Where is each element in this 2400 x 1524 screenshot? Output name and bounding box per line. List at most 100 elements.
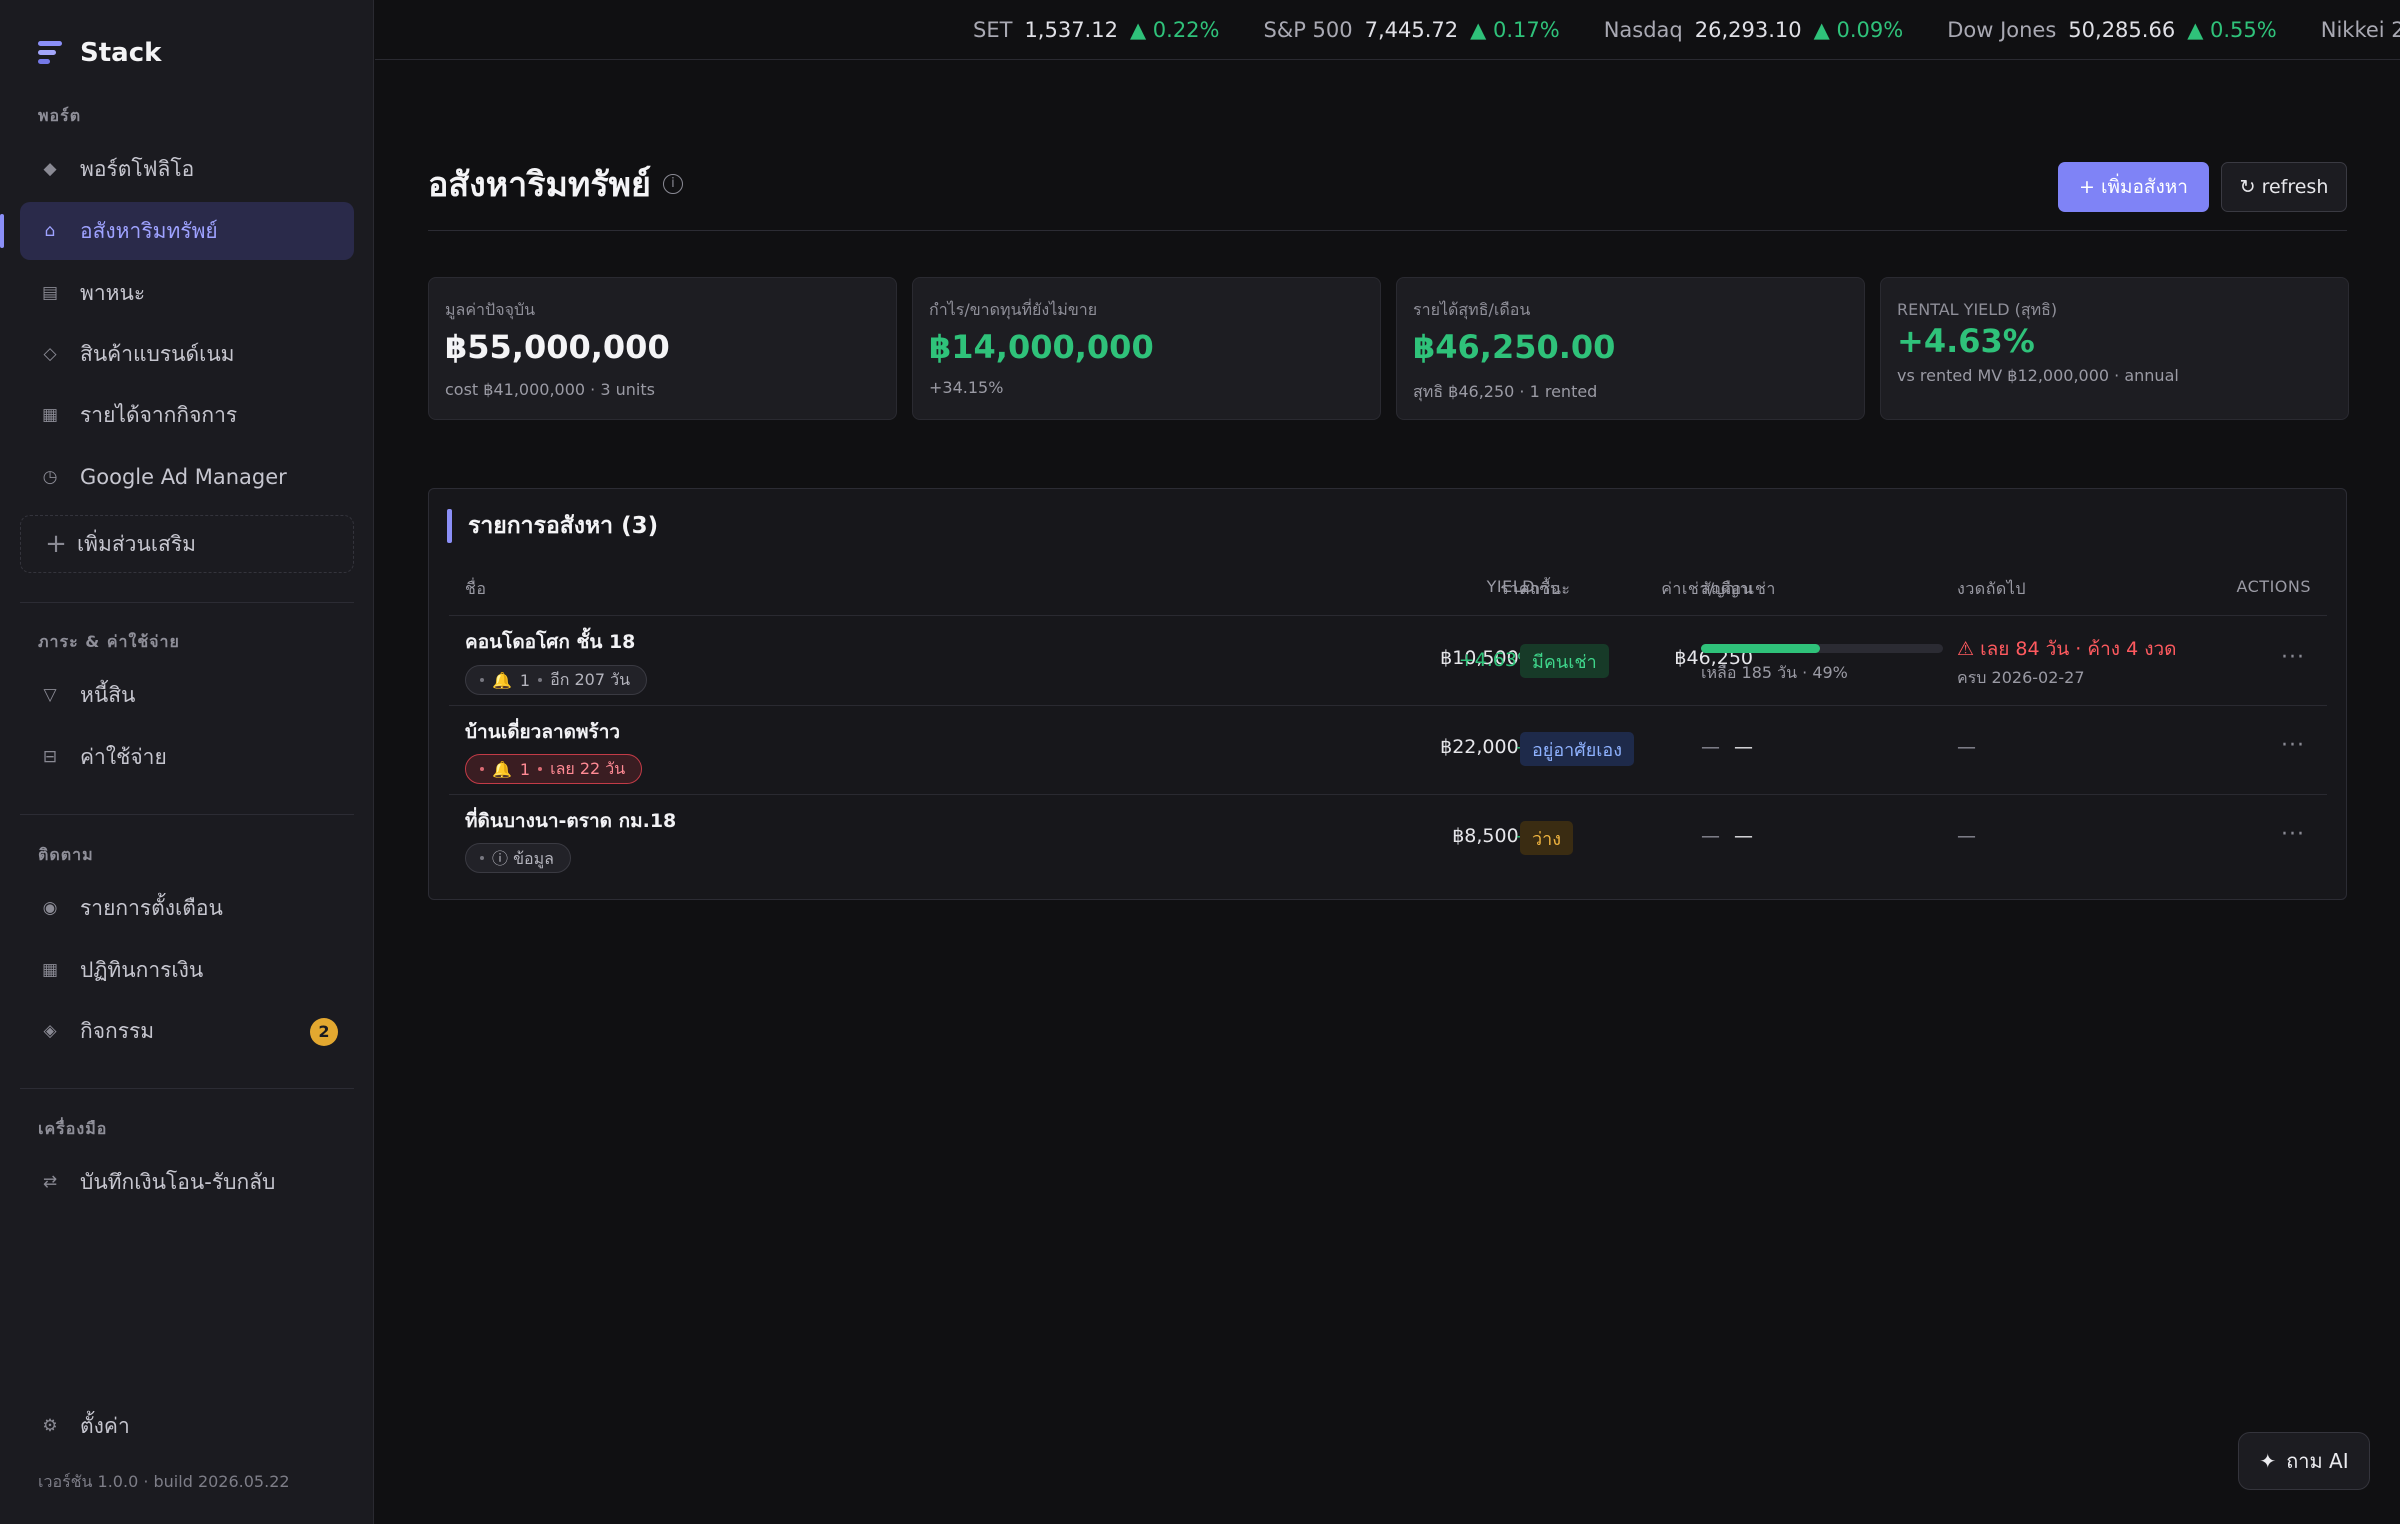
ticker-item-set[interactable]: SET 1,537.12 ▲ 0.22% (973, 18, 1220, 42)
sidebar-item-portfolio[interactable]: ◆ พอร์ตโฟลิโอ (20, 140, 354, 198)
sidebar-item-activity[interactable]: ◈ กิจกรรม 2 (20, 1002, 354, 1060)
sidebar-item-business-income[interactable]: ▦ รายได้จากกิจการ (20, 386, 354, 444)
info-text: ⓘ ข้อมูล (492, 848, 554, 868)
sidebar-item-label: ปฏิทินการเงิน (80, 957, 204, 982)
sidebar-item-transfer-log[interactable]: ⇄ บันทึกเงินโอน-รับกลับ (20, 1153, 354, 1211)
ticker-change: ▲ 0.17% (1470, 18, 1560, 42)
home-icon: ⌂ (44, 221, 56, 241)
next-due-empty: — (1957, 825, 1976, 847)
sidebar-item-label: ตั้งค่า (80, 1413, 130, 1438)
ticker-item-dow-jones[interactable]: Dow Jones 50,285.66 ▲ 0.55% (1947, 18, 2277, 42)
dot-icon (480, 678, 484, 682)
property-name[interactable]: บ้านเดี่ยวลาดพร้าว (465, 717, 620, 747)
ticker-name: Nikkei 2 (2320, 18, 2400, 42)
sidebar-item-label: เพิ่มส่วนเสริม (77, 531, 196, 556)
yield-value: +4.63% (1458, 649, 1535, 671)
header-row-divider (449, 615, 2327, 616)
sidebar-item-vehicles[interactable]: ▤ พาหนะ (20, 264, 354, 322)
page-title-text: อสังหาริมทรัพย์ (428, 165, 651, 205)
column-header-actions: ACTIONS (2236, 577, 2311, 596)
column-header-next-due[interactable]: งวดถัดไป (1957, 577, 2026, 602)
reminder-pill-overdue[interactable]: 🔔 1 เลย 22 วัน (465, 754, 643, 784)
dot-icon (538, 767, 543, 771)
sidebar-item-finance-calendar[interactable]: ▦ ปฏิทินการเงิน (20, 941, 354, 999)
card-sub: vs rented MV ฿12,000,000 · annual (1897, 366, 2179, 385)
sparkle-icon: ✦ (2259, 1449, 2277, 1473)
property-name[interactable]: ที่ดินบางนา-ตราด กม.18 (465, 806, 676, 836)
sidebar-divider (20, 814, 354, 815)
reminder-count: 1 (519, 670, 531, 690)
dot-icon (480, 767, 484, 771)
ask-ai-label: ถาม AI (2286, 1449, 2349, 1473)
row-actions-button[interactable]: ··· (2281, 733, 2305, 758)
column-header-name[interactable]: ชื่อ (465, 577, 486, 602)
brand[interactable]: Stack (38, 36, 161, 70)
sidebar-divider (20, 1088, 354, 1089)
sidebar-item-label: รายได้จากกิจการ (80, 402, 238, 427)
info-icon[interactable]: i (662, 174, 683, 194)
column-header-status[interactable]: สถานะ (1520, 577, 1570, 602)
ticker-item-nasdaq[interactable]: Nasdaq 26,293.10 ▲ 0.09% (1604, 18, 1904, 42)
version-text: เวอร์ชัน 1.0.0 · build 2026.05.22 (38, 1472, 290, 1491)
ticker-name: S&P 500 (1263, 18, 1353, 42)
transfer-icon: ⇄ (42, 1172, 58, 1192)
ticker-name: Nasdaq (1603, 18, 1683, 42)
row-actions-button[interactable]: ··· (2281, 645, 2305, 670)
property-table-panel: รายการอสังหา (3) ชื่อ ราคาซื้อ ค่าเช่า/เ… (428, 488, 2347, 900)
property-name[interactable]: คอนโดอโศก ชั้น 18 (465, 627, 635, 657)
lease-empty: — (1701, 825, 1720, 847)
activity-icon: ◈ (43, 1021, 57, 1041)
sidebar-item-alerts[interactable]: ◉ รายการตั้งเตือน (20, 879, 354, 937)
refresh-button[interactable]: ↻ refresh (2221, 162, 2347, 212)
summary-card-unrealized-pl: กำไร/ขาดทุนที่ยังไม่ขาย ฿14,000,000 +34.… (912, 277, 1381, 420)
reminder-text: อีก 207 วัน (550, 669, 631, 689)
sidebar-item-brand-goods[interactable]: ◇ สินค้าแบรนด์เนม (20, 325, 354, 383)
sidebar-item-label: หนี้สิน (80, 682, 136, 707)
due-date-text: ครบ 2026-02-27 (1957, 668, 2085, 687)
row-divider (449, 705, 2327, 706)
status-badge: อยู่อาศัยเอง (1520, 732, 1634, 766)
monthly-rent: — (1734, 825, 1753, 847)
stack-logo-icon (38, 39, 62, 67)
dot-icon (480, 856, 484, 860)
sidebar-item-expenses[interactable]: ⊟ ค่าใช้จ่าย (20, 728, 354, 786)
sidebar-item-label: รายการตั้งเตือน (80, 895, 223, 920)
sidebar-item-google-ad-manager[interactable]: ◷ Google Ad Manager (20, 448, 354, 506)
card-label: มูลค่าปัจจุบัน (445, 300, 536, 319)
ticker-value: 50,285.66 (2068, 18, 2176, 42)
ticker-item-sp500[interactable]: S&P 500 7,445.72 ▲ 0.17% (1264, 18, 1560, 42)
summary-card-net-income: รายได้สุทธิ/เดือน ฿46,250.00 สุทธิ ฿46,2… (1396, 277, 1865, 420)
lease-progress-fill (1701, 644, 1820, 653)
sidebar-item-settings[interactable]: ⚙ ตั้งค่า (20, 1397, 354, 1455)
add-property-button[interactable]: + เพิ่มอสังหา (2058, 162, 2209, 212)
brand-name: Stack (80, 38, 162, 68)
ticker-item-nikkei[interactable]: Nikkei 2 (2321, 18, 2400, 42)
sidebar-item-label: ค่าใช้จ่าย (80, 744, 167, 769)
active-indicator (0, 214, 4, 248)
triangle-down-icon: ▽ (43, 685, 57, 705)
card-sub: +34.15% (929, 378, 1004, 397)
section-label-portfolio: พอร์ต (38, 106, 82, 125)
ticker-value: 7,445.72 (1364, 18, 1459, 42)
card-label: RENTAL YIELD (สุทธิ) (1897, 300, 2058, 319)
sidebar-item-debts[interactable]: ▽ หนี้สิน (20, 666, 354, 724)
ask-ai-button[interactable]: ✦ ถาม AI (2238, 1432, 2370, 1490)
store-icon: ▦ (41, 405, 59, 425)
bell-icon: 🔔 (492, 759, 512, 779)
radio-icon: ◉ (42, 898, 58, 918)
info-pill[interactable]: ⓘ ข้อมูล (465, 843, 571, 873)
card-label: กำไร/ขาดทุนที่ยังไม่ขาย (929, 300, 1098, 319)
ticker-change: ▲ 0.22% (1129, 18, 1220, 42)
ticker-value: 26,293.10 (1694, 18, 1802, 42)
row-actions-button[interactable]: ··· (2281, 822, 2305, 847)
ticker-value: 1,537.12 (1024, 18, 1118, 42)
column-header-lease[interactable]: สัญญาเช่า (1701, 577, 1776, 602)
reminder-pill[interactable]: 🔔 1 อีก 207 วัน (465, 665, 648, 695)
sidebar-item-real-estate[interactable]: ⌂ อสังหาริมทรัพย์ (20, 202, 354, 260)
lease-progress-bar (1701, 644, 1943, 653)
add-extension-button[interactable]: + เพิ่มส่วนเสริม (20, 515, 354, 573)
yield-value: — (1415, 736, 1535, 758)
card-sub: สุทธิ ฿46,250 · 1 rented (1413, 382, 1598, 401)
sidebar-divider (20, 602, 354, 603)
gem-icon: ◇ (43, 344, 57, 364)
